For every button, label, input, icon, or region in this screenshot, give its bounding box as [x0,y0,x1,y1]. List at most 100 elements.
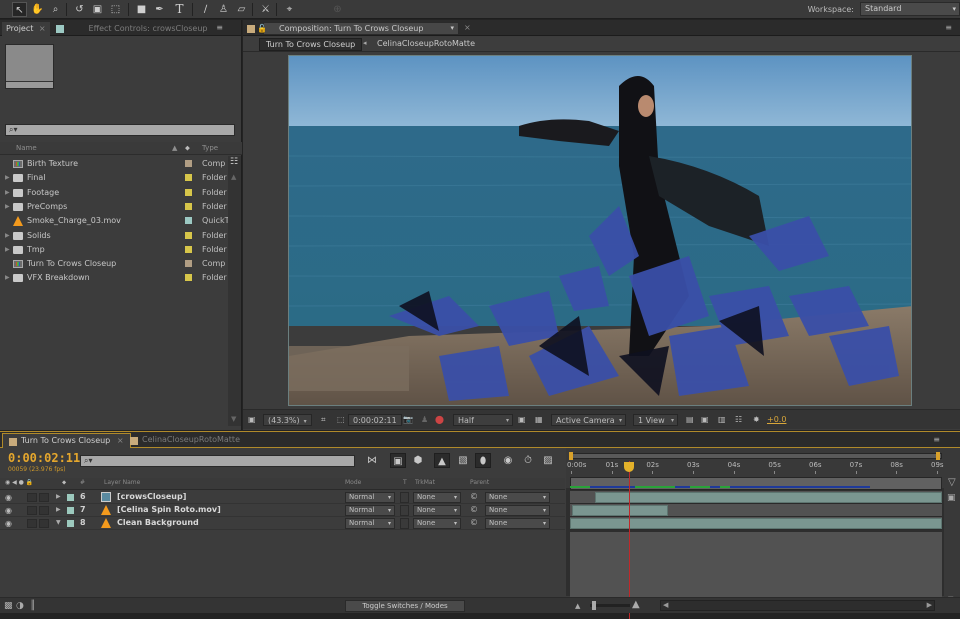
current-time-display[interactable]: 0:00:02:11 [348,414,402,426]
lock-toggle[interactable] [39,519,49,528]
col-layer-name[interactable]: Layer Name [104,479,140,486]
parent-pickwhip-icon[interactable]: © [470,505,478,514]
workspace-select[interactable]: Standard ▾ [860,2,960,16]
tab-composition[interactable]: 🔓 Composition: Turn To Crows Closeup ▾ [247,22,459,35]
pen-tool-icon[interactable]: ✒ [152,2,167,17]
lock-icon[interactable]: 🔓 [257,23,267,34]
label-color-swatch[interactable] [185,274,192,282]
label-color-swatch[interactable] [185,231,192,239]
blend-mode-select[interactable]: Normal ▾ [345,518,395,529]
layer-name[interactable]: Clean Background [117,518,199,527]
timeline-vertical-scrollbar[interactable]: ▽ ▣ ▼ [944,477,960,605]
eraser-tool-icon[interactable]: ▱ [234,2,249,17]
breadcrumb-next[interactable]: CelinaCloseupRotoMatte [377,39,475,48]
expand-arrow-icon[interactable]: ▶ [5,186,10,200]
scroll-up-icon[interactable]: ▲ [231,173,236,181]
project-item[interactable]: ▶ Solids Folder [0,229,228,243]
scroll-right-icon[interactable]: ▶ [927,601,932,609]
label-tag-icon[interactable]: ⬥ [185,144,190,153]
show-snapshot-icon[interactable]: ♟ [421,414,428,426]
label-color-swatch[interactable] [185,217,192,225]
live-update-icon[interactable]: ▣ [390,453,406,468]
visibility-eye-icon[interactable]: ◉ [5,519,12,528]
parent-select[interactable]: None ▾ [485,492,550,503]
text-tool-icon[interactable]: T [172,2,187,17]
project-item[interactable]: Turn To Crows Closeup Comp [0,257,228,271]
timeline-horizontal-scrollbar[interactable]: ◀ ▶ [660,600,935,611]
label-color-swatch[interactable] [185,260,192,268]
frame-blending-icon[interactable]: ▧ [455,453,471,468]
scroll-left-icon[interactable]: ◀ [663,601,668,609]
mask-visibility-icon[interactable]: ⬚ [337,414,345,426]
solo-toggle[interactable] [27,506,37,515]
blend-mode-select[interactable]: Normal ▾ [345,492,395,503]
close-icon[interactable]: × [464,23,471,32]
flowchart-icon[interactable]: ☷ [735,414,742,426]
label-color-swatch[interactable] [67,507,74,514]
project-item[interactable]: ▶ Final Folder [0,171,228,185]
col-name[interactable]: Name [16,144,37,152]
project-vertical-scrollbar[interactable]: ☷ ▲ ▼ [228,156,241,426]
panel-menu-icon[interactable]: ≡ [216,23,223,32]
comp-mini-flowchart-icon[interactable]: ⋈ [364,453,380,468]
twirl-down-icon[interactable]: ▼ [56,519,61,526]
layer-row[interactable]: ◉ ▼ 8 Clean Background Normal ▾ None ▾ © None ▾ [0,517,565,530]
scroll-down-icon[interactable]: ▼ [231,415,236,423]
parent-select[interactable]: None ▾ [485,505,550,516]
clone-stamp-tool-icon[interactable]: ♙ [216,2,231,17]
toggle-switches-modes-button[interactable]: Toggle Switches / Modes [345,600,465,612]
zoom-out-icon[interactable]: ▲ [575,602,580,610]
panel-menu-icon[interactable]: ≡ [945,23,952,32]
label-color-swatch[interactable] [67,494,74,501]
snapshot-icon[interactable]: 📷 [403,414,413,426]
timeline-icon[interactable]: ▥ [718,414,726,426]
parent-select[interactable]: None ▾ [485,518,550,529]
magnification-select[interactable]: (43.3%) ▾ [263,414,312,426]
track-matte-select[interactable]: None ▾ [413,492,461,503]
layer-row[interactable]: ◉ ▶ 6 [crowsCloseup] Normal ▾ None ▾ © None ▾ [0,491,565,504]
resolution-select[interactable]: Half ▾ [453,414,513,426]
parent-pickwhip-icon[interactable]: © [470,518,478,527]
project-item[interactable]: Smoke_Charge_03.mov QuickT [0,214,228,228]
panel-menu-icon[interactable]: ≡ [933,435,940,444]
region-of-interest-icon[interactable]: ▣ [518,414,526,426]
layer-row[interactable]: ◉ ▶ 7 [Celina Spin Roto.mov] Normal ▾ None ▾ © No… [0,504,565,517]
lock-toggle[interactable] [39,493,49,502]
camera-tool-icon[interactable]: ▣ [90,2,105,17]
parent-pickwhip-icon[interactable]: © [470,492,478,501]
solo-toggle[interactable] [27,493,37,502]
view-layout-select[interactable]: 1 View ▾ [633,414,678,426]
comp-button-icon[interactable]: ▣ [947,493,956,503]
tab-effect-controls[interactable]: Effect Controls: crowsCloseup [52,22,212,36]
work-area-start-handle[interactable] [569,452,573,460]
chevron-down-icon[interactable]: ▾ [450,23,454,34]
twirl-right-icon[interactable]: ▶ [56,493,61,500]
project-item[interactable]: ▶ Footage Folder [0,186,228,200]
time-zoom-slider[interactable] [590,604,630,607]
layer-switches-icon[interactable]: ▩ [4,601,13,611]
flowchart-icon[interactable]: ☷ [230,157,238,167]
zoom-in-icon[interactable]: ▲ [632,599,640,610]
visibility-eye-icon[interactable]: ◉ [5,493,12,502]
label-color-swatch[interactable] [185,174,192,182]
project-item[interactable]: ▶ PreComps Folder [0,200,228,214]
camera-select[interactable]: Active Camera ▾ [551,414,626,426]
track-matte-select[interactable]: None ▾ [413,518,461,529]
roto-brush-tool-icon[interactable]: ⚔ [258,2,273,17]
in-out-stretch-icon[interactable]: ║ [30,601,35,611]
tab-timeline-inactive[interactable]: CelinaCloseupRotoMatte [124,433,246,448]
draft-3d-icon[interactable]: ⬢ [410,453,426,468]
preserve-transparency-toggle[interactable] [400,505,409,516]
project-item[interactable]: Birth Texture Comp [0,157,228,171]
label-color-swatch[interactable] [185,188,192,196]
expand-arrow-icon[interactable]: ▶ [5,229,10,243]
visibility-eye-icon[interactable]: ◉ [5,506,12,515]
layer-duration-bar[interactable] [572,505,669,516]
transfer-controls-icon[interactable]: ◑ [16,601,24,611]
shy-layers-icon[interactable]: ▲ [434,453,450,468]
close-icon[interactable]: × [117,436,124,445]
solo-toggle[interactable] [27,519,37,528]
track-matte-select[interactable]: None ▾ [413,505,461,516]
pan-behind-tool-icon[interactable]: ⬚ [108,2,123,17]
time-zoom-slider-handle[interactable] [592,601,596,610]
